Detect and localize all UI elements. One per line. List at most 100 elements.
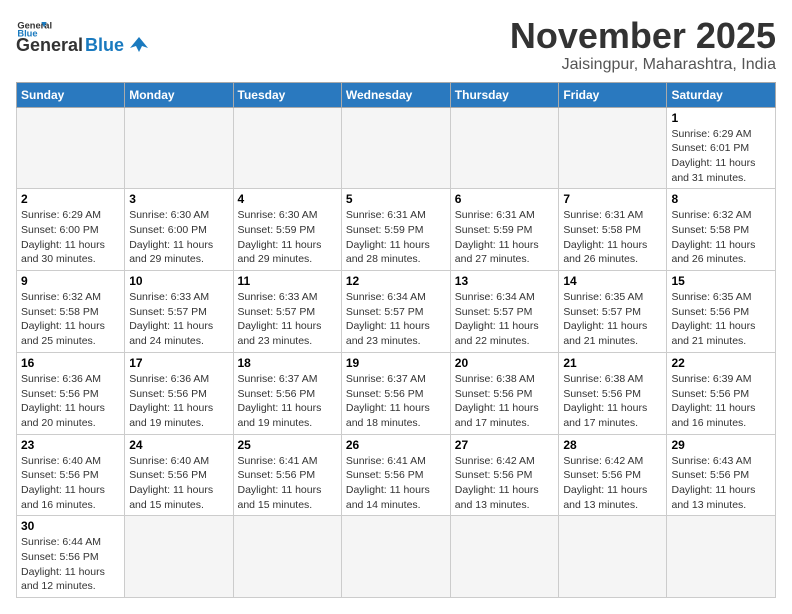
calendar-cell: 29 Sunrise: 6:43 AMSunset: 5:56 PMDayligh…: [667, 434, 776, 516]
day-number: 19: [346, 356, 446, 370]
day-number: 6: [455, 192, 555, 206]
logo-blue: Blue: [85, 35, 124, 56]
day-number: 23: [21, 438, 120, 452]
day-number: 15: [671, 274, 771, 288]
header-row: SundayMondayTuesdayWednesdayThursdayFrid…: [17, 82, 776, 107]
day-number: 2: [21, 192, 120, 206]
calendar-cell: [450, 516, 559, 598]
calendar-cell: 11 Sunrise: 6:33 AMSunset: 5:57 PMDayligh…: [233, 271, 341, 353]
calendar-cell: [559, 516, 667, 598]
day-info: Sunrise: 6:44 AMSunset: 5:56 PMDaylight:…: [21, 535, 120, 594]
day-info: Sunrise: 6:42 AMSunset: 5:56 PMDaylight:…: [563, 454, 662, 513]
header-sunday: Sunday: [17, 82, 125, 107]
day-info: Sunrise: 6:37 AMSunset: 5:56 PMDaylight:…: [346, 372, 446, 431]
day-number: 3: [129, 192, 228, 206]
day-info: Sunrise: 6:34 AMSunset: 5:57 PMDaylight:…: [455, 290, 555, 349]
day-number: 26: [346, 438, 446, 452]
calendar-cell: [125, 516, 233, 598]
calendar-cell: 16Sunrise: 6:36 AMSunset: 5:56 PMDayligh…: [17, 352, 125, 434]
day-number: 21: [563, 356, 662, 370]
day-info: Sunrise: 6:41 AMSunset: 5:56 PMDaylight:…: [238, 454, 337, 513]
logo-bird-icon: [128, 34, 150, 56]
day-info: Sunrise: 6:38 AMSunset: 5:56 PMDaylight:…: [455, 372, 555, 431]
calendar-cell: 3 Sunrise: 6:30 AMSunset: 6:00 PMDaylight…: [125, 189, 233, 271]
title-area: November 2025 Jaisingpur, Maharashtra, I…: [510, 16, 776, 74]
day-info: Sunrise: 6:35 AMSunset: 5:56 PMDaylight:…: [671, 290, 771, 349]
logo-general: General: [16, 35, 83, 56]
calendar-cell: [17, 107, 125, 189]
calendar-cell: 12 Sunrise: 6:34 AMSunset: 5:57 PMDayligh…: [341, 271, 450, 353]
week-row-1: 2 Sunrise: 6:29 AMSunset: 6:00 PMDaylight…: [17, 189, 776, 271]
day-info: Sunrise: 6:40 AMSunset: 5:56 PMDaylight:…: [129, 454, 228, 513]
calendar-cell: 27Sunrise: 6:42 AMSunset: 5:56 PMDayligh…: [450, 434, 559, 516]
calendar-cell: [233, 107, 341, 189]
header-friday: Friday: [559, 82, 667, 107]
week-row-5: 30Sunrise: 6:44 AMSunset: 5:56 PMDayligh…: [17, 516, 776, 598]
day-info: Sunrise: 6:33 AMSunset: 5:57 PMDaylight:…: [238, 290, 337, 349]
day-number: 7: [563, 192, 662, 206]
day-info: Sunrise: 6:39 AMSunset: 5:56 PMDaylight:…: [671, 372, 771, 431]
day-number: 27: [455, 438, 555, 452]
day-number: 5: [346, 192, 446, 206]
calendar-cell: 26 Sunrise: 6:41 AMSunset: 5:56 PMDayligh…: [341, 434, 450, 516]
calendar-cell: 4Sunrise: 6:30 AMSunset: 5:59 PMDaylight…: [233, 189, 341, 271]
calendar-cell: 19 Sunrise: 6:37 AMSunset: 5:56 PMDayligh…: [341, 352, 450, 434]
calendar-cell: 5 Sunrise: 6:31 AMSunset: 5:59 PMDaylight…: [341, 189, 450, 271]
day-info: Sunrise: 6:36 AMSunset: 5:56 PMDaylight:…: [129, 372, 228, 431]
calendar-cell: 18Sunrise: 6:37 AMSunset: 5:56 PMDayligh…: [233, 352, 341, 434]
day-number: 10: [129, 274, 228, 288]
day-info: Sunrise: 6:32 AMSunset: 5:58 PMDaylight:…: [21, 290, 120, 349]
day-number: 13: [455, 274, 555, 288]
calendar-cell: 28 Sunrise: 6:42 AMSunset: 5:56 PMDayligh…: [559, 434, 667, 516]
week-row-2: 9 Sunrise: 6:32 AMSunset: 5:58 PMDaylight…: [17, 271, 776, 353]
day-number: 9: [21, 274, 120, 288]
day-info: Sunrise: 6:29 AMSunset: 6:01 PMDaylight:…: [671, 127, 771, 186]
day-info: Sunrise: 6:34 AMSunset: 5:57 PMDaylight:…: [346, 290, 446, 349]
day-number: 12: [346, 274, 446, 288]
header-monday: Monday: [125, 82, 233, 107]
calendar-cell: [667, 516, 776, 598]
calendar-cell: [341, 107, 450, 189]
day-number: 29: [671, 438, 771, 452]
calendar-cell: [233, 516, 341, 598]
day-info: Sunrise: 6:31 AMSunset: 5:59 PMDaylight:…: [455, 208, 555, 267]
calendar-cell: 25 Sunrise: 6:41 AMSunset: 5:56 PMDayligh…: [233, 434, 341, 516]
day-info: Sunrise: 6:41 AMSunset: 5:56 PMDaylight:…: [346, 454, 446, 513]
calendar-cell: 14 Sunrise: 6:35 AMSunset: 5:57 PMDayligh…: [559, 271, 667, 353]
day-info: Sunrise: 6:31 AMSunset: 5:59 PMDaylight:…: [346, 208, 446, 267]
calendar-cell: 7 Sunrise: 6:31 AMSunset: 5:58 PMDaylight…: [559, 189, 667, 271]
calendar-cell: [125, 107, 233, 189]
day-info: Sunrise: 6:40 AMSunset: 5:56 PMDaylight:…: [21, 454, 120, 513]
day-info: Sunrise: 6:35 AMSunset: 5:57 PMDaylight:…: [563, 290, 662, 349]
day-number: 1: [671, 111, 771, 125]
day-number: 11: [238, 274, 337, 288]
page-header: General Blue General Blue November 2025 …: [16, 16, 776, 74]
day-number: 16: [21, 356, 120, 370]
calendar-cell: [450, 107, 559, 189]
day-number: 24: [129, 438, 228, 452]
calendar-cell: 13 Sunrise: 6:34 AMSunset: 5:57 PMDayligh…: [450, 271, 559, 353]
calendar-cell: 6 Sunrise: 6:31 AMSunset: 5:59 PMDaylight…: [450, 189, 559, 271]
day-number: 18: [238, 356, 337, 370]
day-info: Sunrise: 6:33 AMSunset: 5:57 PMDaylight:…: [129, 290, 228, 349]
calendar-cell: 23 Sunrise: 6:40 AMSunset: 5:56 PMDayligh…: [17, 434, 125, 516]
calendar-cell: [559, 107, 667, 189]
day-info: Sunrise: 6:30 AMSunset: 5:59 PMDaylight:…: [238, 208, 337, 267]
day-info: Sunrise: 6:30 AMSunset: 6:00 PMDaylight:…: [129, 208, 228, 267]
day-info: Sunrise: 6:29 AMSunset: 6:00 PMDaylight:…: [21, 208, 120, 267]
calendar-cell: 22Sunrise: 6:39 AMSunset: 5:56 PMDayligh…: [667, 352, 776, 434]
day-number: 28: [563, 438, 662, 452]
day-info: Sunrise: 6:43 AMSunset: 5:56 PMDaylight:…: [671, 454, 771, 513]
calendar-cell: 15 Sunrise: 6:35 AMSunset: 5:56 PMDayligh…: [667, 271, 776, 353]
day-info: Sunrise: 6:31 AMSunset: 5:58 PMDaylight:…: [563, 208, 662, 267]
day-number: 8: [671, 192, 771, 206]
calendar-cell: 17Sunrise: 6:36 AMSunset: 5:56 PMDayligh…: [125, 352, 233, 434]
day-number: 25: [238, 438, 337, 452]
calendar-cell: 2 Sunrise: 6:29 AMSunset: 6:00 PMDaylight…: [17, 189, 125, 271]
logo-text: General Blue: [16, 34, 150, 56]
calendar-cell: [341, 516, 450, 598]
calendar-cell: 1 Sunrise: 6:29 AMSunset: 6:01 PMDaylight…: [667, 107, 776, 189]
calendar-cell: 10 Sunrise: 6:33 AMSunset: 5:57 PMDayligh…: [125, 271, 233, 353]
logo-area: General Blue General Blue: [16, 16, 150, 56]
day-number: 14: [563, 274, 662, 288]
